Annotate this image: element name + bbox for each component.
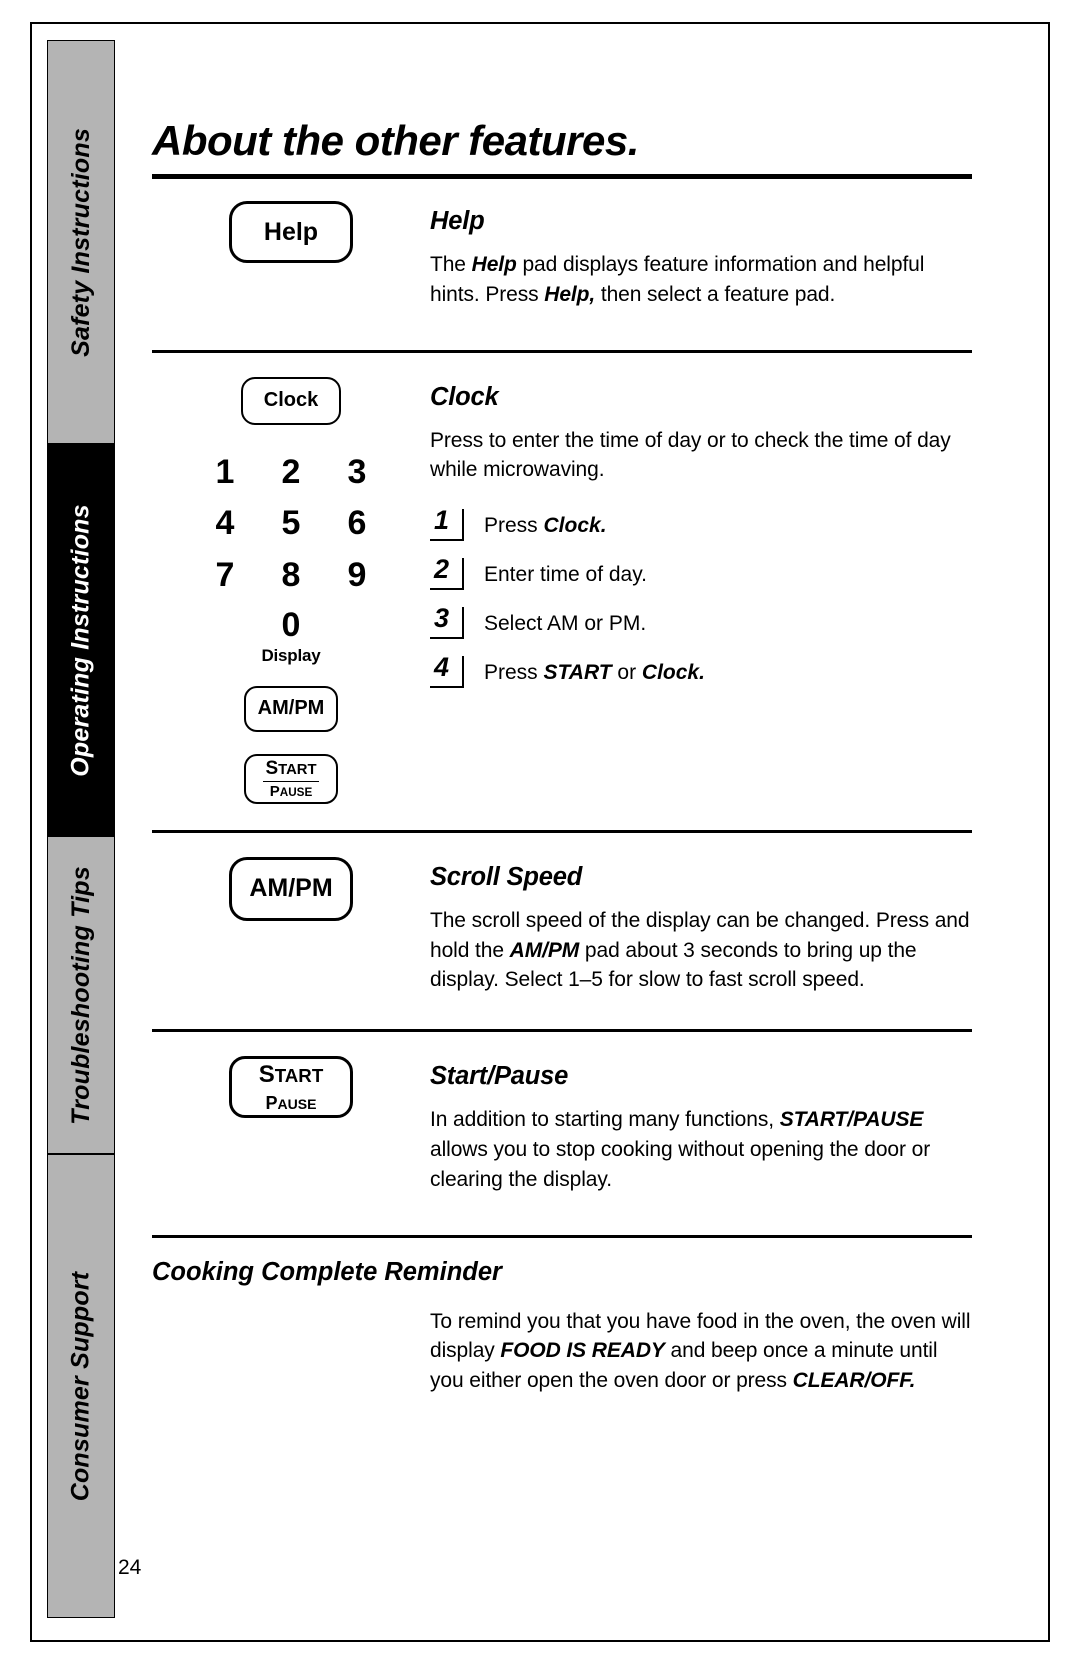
cooking-complete-reminder-body: To remind you that you have food in the … <box>430 1309 971 1393</box>
scroll-speed-body: The scroll speed of the display can be c… <box>430 908 970 992</box>
start-pause-heading: Start/Pause <box>430 1062 569 1091</box>
step-number-glyph: 3 <box>434 603 450 634</box>
page-title: About the other features. <box>152 117 639 164</box>
step-marker-horizontal-rule <box>430 685 464 689</box>
section-clock: Clock 1 2 3 4 5 6 7 8 9 0 Display AM/PM … <box>152 376 972 804</box>
step-marker-vertical-rule <box>461 509 464 540</box>
divider-after-start-pause <box>152 1234 972 1238</box>
keypad-key-4[interactable]: 4 <box>192 506 258 542</box>
step-text: Press START or Clock. <box>484 661 705 685</box>
start-pause-pad-start-label: START <box>265 757 317 779</box>
step-marker-horizontal-rule <box>430 636 464 640</box>
keypad-key-8[interactable]: 8 <box>258 557 324 594</box>
side-tab-column: Safety Instructions Operating Instructio… <box>47 40 115 1618</box>
help-body: The Help pad displays feature informatio… <box>430 253 925 306</box>
start-pause-text-column: Start/Pause In addition to starting many… <box>430 1056 972 1194</box>
section-start-pause: START PAUSE Start/Pause In addition to s… <box>152 1056 972 1194</box>
step-text: Select AM or PM. <box>484 612 647 636</box>
divider-after-clock <box>152 829 972 833</box>
scroll-speed-pad-column: AM/PM <box>152 856 430 921</box>
side-tab-label: Operating Instructions <box>66 503 95 777</box>
side-tab-label: Troubleshooting Tips <box>66 865 95 1125</box>
clock-heading: Clock <box>430 382 499 411</box>
scroll-speed-heading: Scroll Speed <box>430 862 583 891</box>
step-marker-horizontal-rule <box>430 587 464 591</box>
keypad-key-1[interactable]: 1 <box>192 454 258 491</box>
clock-text-column: Clock Press to enter the time of day or … <box>430 377 972 706</box>
title-divider <box>152 174 972 179</box>
section-help: Help Help The Help pad displays feature … <box>152 201 972 310</box>
step-marker-vertical-rule <box>461 607 464 638</box>
clock-step: 3 Select AM or PM. <box>430 603 972 641</box>
page-content: About the other features. Help Help The … <box>152 40 972 1396</box>
step-number-marker: 3 <box>430 603 472 641</box>
help-heading: Help <box>430 207 485 235</box>
step-number-marker: 1 <box>430 505 472 543</box>
start-pause-pad-start-label: START <box>258 1060 324 1088</box>
clock-body: Press to enter the time of day or to che… <box>430 428 951 482</box>
ampm-pad-label: AM/PM <box>257 697 325 720</box>
start-pause-body: In addition to starting many functions, … <box>430 1108 931 1191</box>
step-number-marker: 4 <box>430 652 472 690</box>
help-pad-label: Help <box>263 217 319 246</box>
start-pause-pad-button-large[interactable]: START PAUSE <box>229 1056 353 1119</box>
keypad-key-7[interactable]: 7 <box>192 557 258 594</box>
step-number-glyph: 1 <box>434 505 450 536</box>
side-tab-consumer-support[interactable]: Consumer Support <box>47 1154 115 1618</box>
ampm-pad-label: AM/PM <box>249 874 333 903</box>
step-marker-vertical-rule <box>461 558 464 589</box>
side-tab-operating-instructions[interactable]: Operating Instructions <box>47 444 115 836</box>
clock-pad-column: Clock 1 2 3 4 5 6 7 8 9 0 Display AM/PM … <box>152 376 430 804</box>
start-pause-pad-button-small[interactable]: START PAUSE <box>244 753 338 804</box>
divider-after-help <box>152 349 972 353</box>
manual-page: Safety Instructions Operating Instructio… <box>0 0 1080 1669</box>
display-label: Display <box>261 645 321 665</box>
keypad-zero-group: 0 Display <box>261 608 320 666</box>
help-pad-button[interactable]: Help <box>229 201 353 263</box>
scroll-speed-text-column: Scroll Speed The scroll speed of the dis… <box>430 857 972 995</box>
side-tab-label: Safety Instructions <box>66 127 95 357</box>
side-tab-label: Consumer Support <box>66 1271 95 1501</box>
section-scroll-speed: AM/PM Scroll Speed The scroll speed of t… <box>152 856 972 995</box>
keypad-key-5[interactable]: 5 <box>258 506 324 542</box>
keypad-key-9[interactable]: 9 <box>324 557 390 594</box>
step-text: Enter time of day. <box>484 563 648 587</box>
page-number: 24 <box>118 1556 142 1579</box>
clock-steps-list: 1 Press Clock. 2 Enter time of day. 3 Se… <box>430 505 972 690</box>
step-number-glyph: 2 <box>434 554 450 585</box>
numeric-keypad: 1 2 3 4 5 6 7 8 9 <box>192 454 390 594</box>
help-text-column: Help The Help pad displays feature infor… <box>430 201 972 310</box>
divider-after-scroll-speed <box>152 1029 972 1033</box>
section-cooking-complete-reminder: Cooking Complete Reminder To remind you … <box>152 1258 972 1396</box>
step-text: Press Clock. <box>484 514 607 538</box>
keypad-key-3[interactable]: 3 <box>324 454 390 491</box>
start-pause-pad-pause-label: PAUSE <box>269 782 313 800</box>
keypad-key-2[interactable]: 2 <box>258 454 324 491</box>
step-marker-vertical-rule <box>461 656 464 687</box>
step-number-marker: 2 <box>430 554 472 592</box>
step-number-glyph: 4 <box>434 652 450 683</box>
start-pause-pad-pause-label: PAUSE <box>265 1092 317 1113</box>
help-pad-column: Help <box>152 201 430 263</box>
clock-step: 4 Press START or Clock. <box>430 652 972 690</box>
keypad-key-6[interactable]: 6 <box>324 506 390 542</box>
start-pause-pad-column: START PAUSE <box>152 1056 430 1119</box>
side-tab-safety-instructions[interactable]: Safety Instructions <box>47 40 115 444</box>
cooking-complete-reminder-heading: Cooking Complete Reminder <box>152 1257 502 1286</box>
clock-pad-label: Clock <box>263 389 319 412</box>
clock-step: 2 Enter time of day. <box>430 554 972 592</box>
clock-pad-button[interactable]: Clock <box>241 376 341 425</box>
keypad-key-0[interactable]: 0 <box>282 608 301 642</box>
side-tab-troubleshooting-tips[interactable]: Troubleshooting Tips <box>47 836 115 1154</box>
start-pause-pad-divider <box>263 780 319 782</box>
clock-step: 1 Press Clock. <box>430 505 972 543</box>
ampm-pad-button-small[interactable]: AM/PM <box>244 685 338 732</box>
step-marker-horizontal-rule <box>430 538 464 542</box>
ampm-pad-button-large[interactable]: AM/PM <box>229 856 353 921</box>
